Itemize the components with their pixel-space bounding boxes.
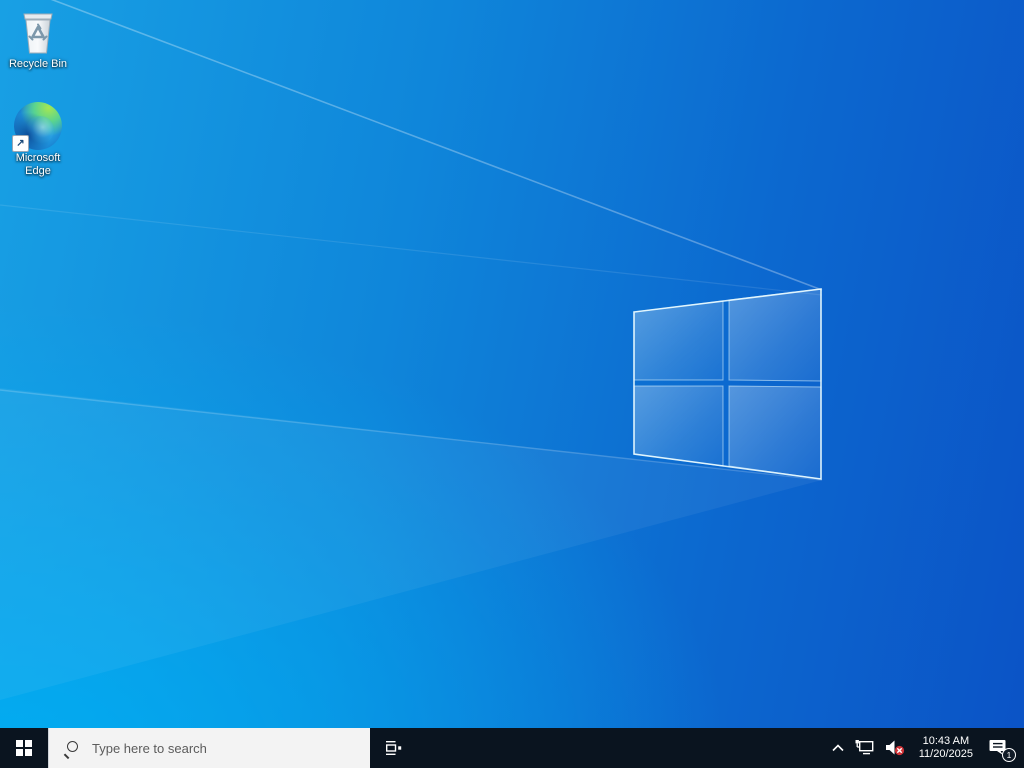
taskbar-clock[interactable]: 10:43 AM 11/20/2025 — [912, 728, 980, 768]
show-hidden-icons-button[interactable] — [826, 728, 850, 768]
recycle-bin-icon[interactable]: Recycle Bin — [6, 8, 70, 71]
notification-count-badge: 1 — [1002, 748, 1016, 762]
action-center-button[interactable]: 1 — [980, 728, 1020, 768]
task-view-icon — [386, 741, 402, 755]
clock-time: 10:43 AM — [922, 735, 970, 747]
start-button[interactable] — [0, 728, 48, 768]
volume-muted-icon — [885, 740, 904, 756]
shortcut-arrow-badge: ↗ — [12, 135, 29, 152]
search-icon — [63, 740, 78, 760]
chevron-up-icon — [832, 744, 844, 752]
task-view-button[interactable] — [370, 728, 416, 768]
windows-desktop: Recycle Bin ↗ Microsoft Edge Type here t… — [0, 0, 1024, 768]
desktop-wallpaper — [0, 0, 1024, 768]
microsoft-edge-icon[interactable]: ↗ Microsoft Edge — [6, 102, 70, 178]
taskbar-empty-area — [416, 728, 826, 768]
windows-logo-icon — [16, 740, 32, 756]
search-input[interactable] — [90, 739, 344, 757]
microsoft-edge-label: Microsoft Edge — [15, 152, 61, 177]
volume-tray-button[interactable] — [880, 728, 912, 768]
network-ethernet-icon — [855, 740, 874, 755]
recycle-bin-label: Recycle Bin — [8, 58, 68, 70]
network-tray-button[interactable] — [850, 728, 880, 768]
taskbar-search-box[interactable] — [48, 728, 370, 768]
recycle-bin-glyph — [14, 8, 62, 56]
taskbar: 10:43 AM 11/20/2025 1 — [0, 728, 1024, 768]
edge-logo-glyph: ↗ — [12, 102, 62, 152]
system-tray: 10:43 AM 11/20/2025 1 — [826, 728, 1024, 768]
wallpaper-logo-graphic — [0, 0, 823, 700]
clock-date: 11/20/2025 — [918, 748, 973, 760]
